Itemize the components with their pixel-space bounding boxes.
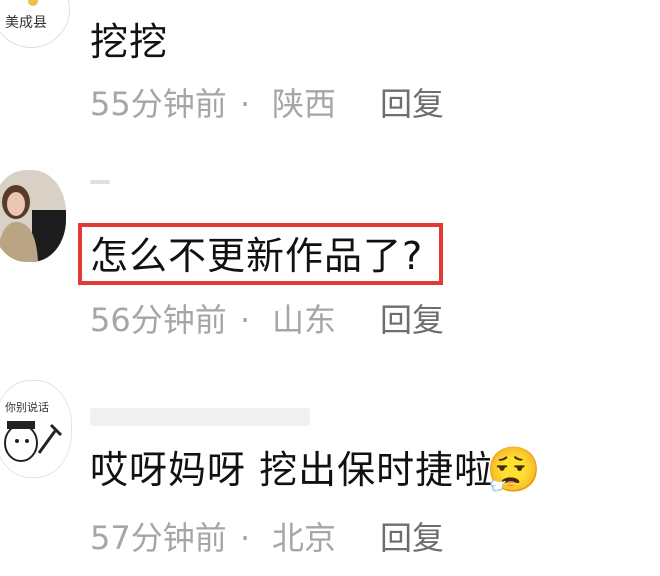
comment-time: 57分钟前 [90,519,227,557]
username[interactable] [90,180,110,184]
comment-text: 哎呀妈呀 挖出保时捷啦 [90,448,494,492]
meta-separator: · [240,85,251,123]
comment-list: 美成县 挖挖 55分钟前 · 陕西 回复 怎么不更新作品了? 56分钟前 · 山… [0,0,660,576]
avatar-image: 你别说话 [0,381,71,477]
comment-location: 北京 [272,519,337,557]
avatar-text: 美成县 [5,15,47,31]
username[interactable] [90,408,310,426]
comment-time: 56分钟前 [90,301,227,339]
avatar-image [0,170,66,262]
comment-location: 陕西 [272,85,337,123]
avatar-text: 你别说话 [5,400,49,414]
meta-separator: · [240,519,251,557]
reply-button[interactable]: 回复 [380,86,444,122]
comment-text: 挖挖 [90,20,169,64]
meta-separator: · [240,301,251,339]
avatar[interactable]: 你别说话 [0,380,72,478]
sleepy-emoji-icon: 😮‍💨 [486,445,541,496]
avatar[interactable] [0,170,66,262]
avatar[interactable]: 美成县 [0,0,70,48]
reply-button[interactable]: 回复 [380,520,444,556]
comment-time: 55分钟前 [90,85,227,123]
comment-location: 山东 [272,301,337,339]
avatar-image: 美成县 [0,0,68,46]
reply-button[interactable]: 回复 [380,302,444,338]
comment-text: 怎么不更新作品了? [90,234,424,278]
